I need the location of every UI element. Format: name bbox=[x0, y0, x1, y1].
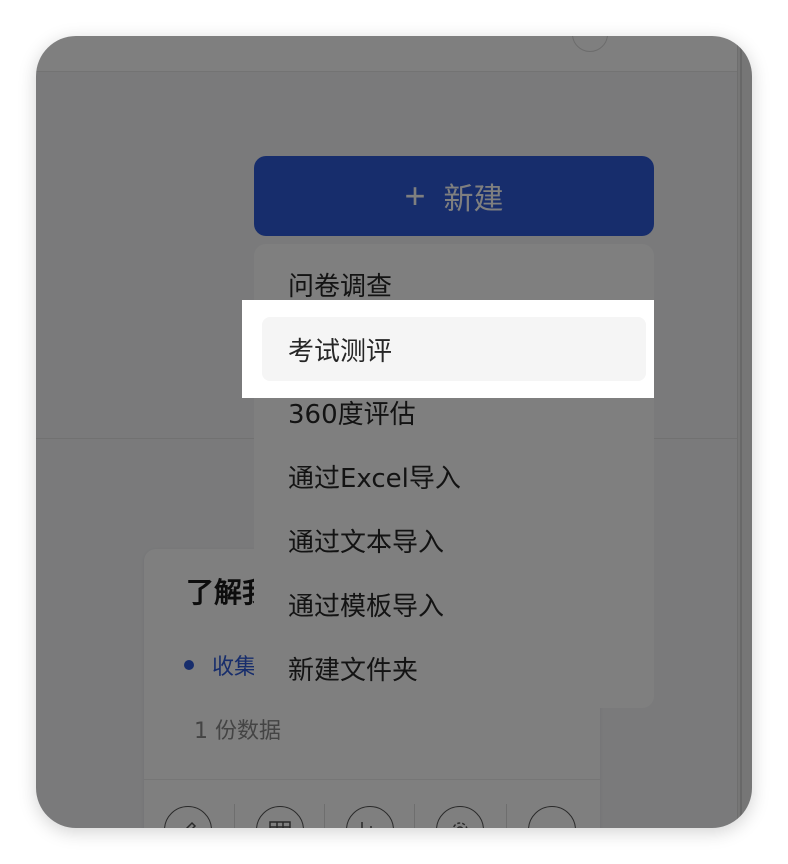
menu-item-label: 考试测评 bbox=[288, 336, 393, 367]
spotlight-highlight: 考试测评 bbox=[242, 300, 654, 398]
app-window: + 新建 了解我 收集 1 份数据 bbox=[36, 36, 752, 828]
menu-item-exam-highlighted[interactable]: 考试测评 bbox=[262, 317, 646, 381]
dim-overlay bbox=[36, 36, 752, 828]
